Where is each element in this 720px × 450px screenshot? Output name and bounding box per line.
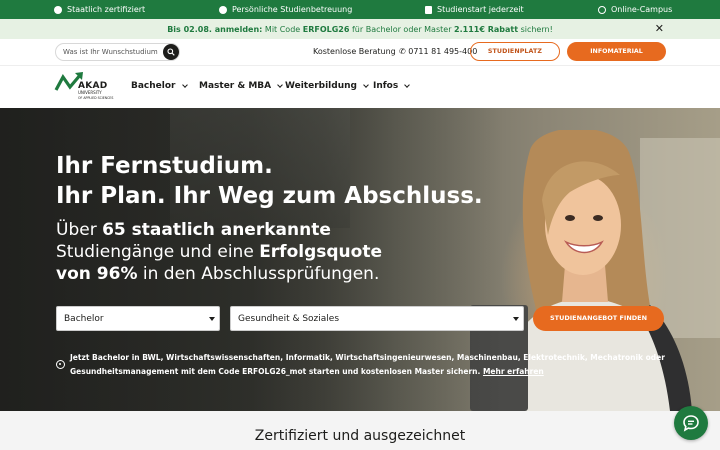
find-program-button[interactable]: STUDIENANGEBOT FINDEN	[533, 306, 664, 331]
hero-subtitle: Über 65 staatlich anerkannte Studiengäng…	[56, 220, 382, 284]
dropdown-arrow-icon	[513, 317, 519, 321]
chat-icon	[683, 415, 699, 432]
promo-text: Bis 02.08. anmelden: Mit Code ERFOLG26 f…	[167, 25, 553, 34]
logo-line2: OF APPLIED SCIENCES	[78, 95, 114, 100]
chevron-down-icon	[277, 82, 283, 88]
hero-section: Ihr Fernstudium. Ihr Plan. Ihr Weg zum A…	[0, 108, 720, 411]
search-icon	[167, 48, 175, 56]
nav-item-infos[interactable]: Infos	[373, 81, 411, 91]
certification-section: Zertifiziert und ausgezeichnet	[0, 411, 720, 450]
top-info-bar: Staatlich zertifiziert Persönliche Studi…	[0, 0, 720, 19]
search-button[interactable]	[163, 44, 179, 60]
promo-note: Jetzt Bachelor in BWL, Wirtschaftswissen…	[70, 353, 665, 376]
chevron-down-icon	[404, 82, 411, 88]
main-nav: AKAD UNIVERSITY OF APPLIED SCIENCES Bach…	[0, 65, 720, 108]
consultation-link[interactable]: Kostenlose Beratung	[313, 47, 396, 56]
field-select[interactable]: Gesundheit & Soziales	[230, 306, 524, 331]
globe-icon	[598, 5, 606, 14]
chevron-down-icon	[181, 82, 188, 88]
chevron-down-icon	[363, 82, 369, 88]
akad-logo[interactable]: AKAD UNIVERSITY OF APPLIED SCIENCES	[54, 70, 118, 106]
utility-bar: Kostenlose Beratung ✆ 0711 81 495-400 ST…	[0, 39, 720, 74]
search-box	[55, 43, 180, 61]
topbar-item-certified: Staatlich zertifiziert	[54, 5, 145, 14]
dropdown-arrow-icon	[209, 317, 215, 321]
phone-icon: ✆	[399, 47, 406, 56]
certificate-icon	[54, 5, 62, 14]
chat-button[interactable]	[674, 406, 708, 440]
topbar-item-start: Studienstart jederzeit	[425, 5, 524, 14]
phone-link[interactable]: ✆ 0711 81 495-400	[399, 47, 477, 56]
secure-place-button[interactable]: STUDIENPLATZ SICHERN	[470, 42, 560, 72]
topbar-item-campus[interactable]: Online-Campus	[598, 5, 672, 14]
search-input[interactable]	[63, 48, 158, 56]
nav-item-bachelor[interactable]: Bachelor	[131, 81, 188, 91]
promo-banner: Bis 02.08. anmelden: Mit Code ERFOLG26 f…	[0, 19, 720, 39]
nav-item-master[interactable]: Master & MBA	[199, 81, 283, 91]
info-icon	[56, 360, 65, 369]
section-title: Zertifiziert und ausgezeichnet	[254, 428, 466, 444]
learn-more-link[interactable]: Mehr erfahren	[483, 367, 544, 376]
people-icon	[219, 5, 227, 14]
flag-icon	[425, 5, 432, 14]
nav-item-weiterbildung[interactable]: Weiterbildung	[285, 81, 369, 91]
degree-select[interactable]: Bachelor	[56, 306, 220, 331]
close-icon[interactable]: ✕	[655, 22, 664, 35]
topbar-item-support: Persönliche Studienbetreuung	[219, 5, 352, 14]
hero-title: Ihr Fernstudium. Ihr Plan. Ihr Weg zum A…	[56, 153, 483, 209]
request-info-button[interactable]: INFOMATERIAL ANFORDERN	[567, 42, 666, 74]
